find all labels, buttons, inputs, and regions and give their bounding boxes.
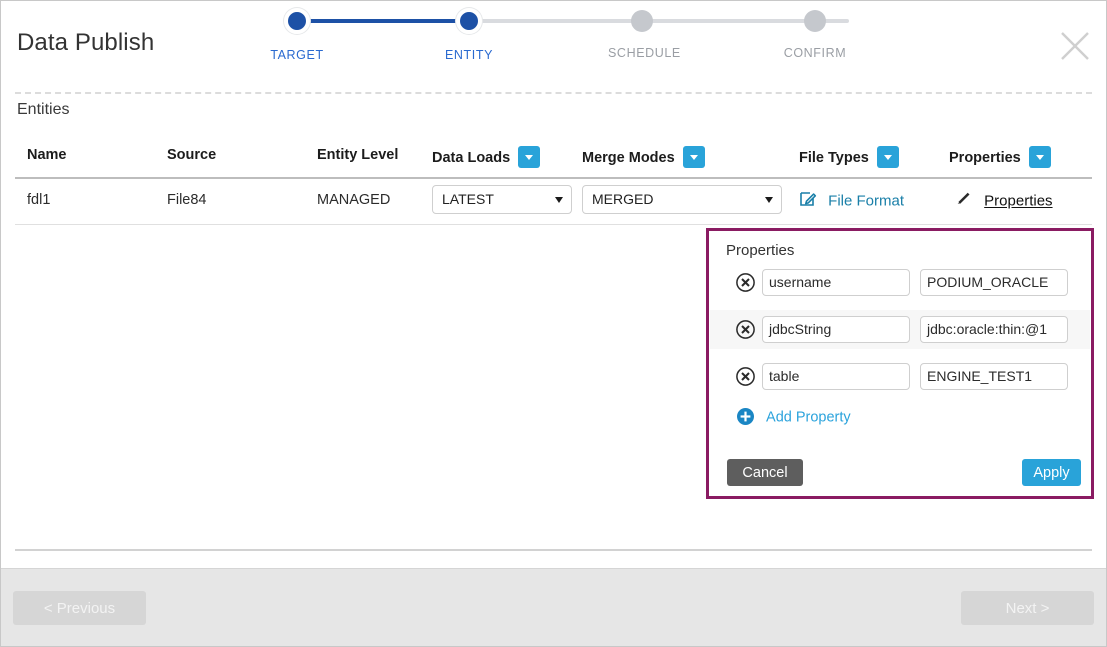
table-bottom-border	[15, 549, 1092, 551]
column-header-merge-modes-label: Merge Modes	[582, 149, 675, 166]
properties-link[interactable]: Properties	[955, 190, 1053, 212]
next-button[interactable]: Next >	[961, 591, 1094, 625]
merge-modes-select-value: MERGED	[592, 191, 654, 207]
apply-button[interactable]: Apply	[1022, 459, 1081, 486]
entities-section-title: Entities	[17, 101, 70, 118]
property-value-input[interactable]: ENGINE_TEST1	[920, 363, 1068, 390]
column-header-properties: Properties	[949, 146, 1051, 169]
column-header-name: Name	[27, 147, 67, 163]
file-format-edit-icon	[799, 190, 817, 212]
remove-property-icon[interactable]	[735, 366, 756, 387]
step-confirm-label: CONFIRM	[783, 46, 847, 60]
column-header-data-loads: Data Loads	[432, 146, 541, 169]
property-key-input[interactable]: jdbcString	[762, 316, 910, 343]
remove-property-icon[interactable]	[735, 319, 756, 340]
column-header-source: Source	[167, 147, 217, 163]
entities-table: Name Source Entity Level Data Loads Merg…	[15, 139, 1092, 225]
step-entity-label: ENTITY	[444, 48, 494, 62]
add-property-button[interactable]: Add Property	[737, 408, 851, 426]
step-target-dot	[284, 8, 310, 34]
data-loads-dropdown-button[interactable]	[518, 146, 541, 168]
remove-property-icon[interactable]	[735, 272, 756, 293]
plus-icon	[737, 408, 754, 425]
page-title: Data Publish	[17, 29, 155, 56]
step-entity[interactable]: ENTITY	[435, 7, 503, 62]
dialog-header: Data Publish TARGET ENTITY SCHEDULE CONF…	[1, 1, 1106, 94]
column-header-file-types-label: File Types	[799, 149, 869, 166]
cancel-button[interactable]: Cancel	[727, 459, 803, 486]
step-schedule-label: SCHEDULE	[608, 46, 681, 60]
table-header-row: Name Source Entity Level Data Loads Merg…	[15, 139, 1092, 179]
header-divider	[15, 92, 1092, 94]
merge-modes-dropdown-button[interactable]	[682, 146, 705, 168]
column-header-entity-level: Entity Level	[317, 147, 399, 163]
pencil-icon	[955, 190, 973, 212]
property-value-input[interactable]: jdbc:oracle:thin:@1	[920, 316, 1068, 343]
property-key-input[interactable]: table	[762, 363, 910, 390]
column-header-merge-modes: Merge Modes	[582, 146, 705, 169]
step-schedule[interactable]: SCHEDULE	[608, 7, 681, 60]
column-header-data-loads-label: Data Loads	[432, 149, 511, 166]
step-target-label: TARGET	[270, 48, 324, 62]
dialog-footer: < Previous Next >	[1, 568, 1106, 646]
properties-popup: Properties username PODIUM_ORACLE jdbcSt…	[706, 228, 1094, 499]
step-schedule-dot	[631, 10, 653, 32]
wizard-stepper: TARGET ENTITY SCHEDULE CONFIRM	[263, 7, 883, 77]
cell-source: File84	[167, 192, 207, 208]
property-row: username PODIUM_ORACLE	[710, 263, 1090, 302]
close-icon[interactable]	[1058, 29, 1092, 63]
data-loads-select[interactable]: LATEST	[432, 185, 572, 214]
step-confirm[interactable]: CONFIRM	[781, 7, 849, 60]
property-value-input[interactable]: PODIUM_ORACLE	[920, 269, 1068, 296]
step-confirm-dot	[804, 10, 826, 32]
file-types-dropdown-button[interactable]	[876, 146, 899, 168]
cell-name: fdl1	[27, 192, 51, 208]
add-property-label: Add Property	[766, 409, 851, 426]
column-header-properties-label: Properties	[949, 149, 1021, 166]
file-format-link[interactable]: File Format	[799, 190, 904, 212]
data-publish-dialog: Data Publish TARGET ENTITY SCHEDULE CONF…	[0, 0, 1107, 647]
cell-entity-level: MANAGED	[317, 192, 391, 208]
property-key-input[interactable]: username	[762, 269, 910, 296]
chevron-down-icon	[555, 197, 563, 203]
property-row: jdbcString jdbc:oracle:thin:@1	[710, 310, 1090, 349]
file-format-link-label: File Format	[828, 192, 905, 210]
step-target[interactable]: TARGET	[263, 7, 331, 62]
step-entity-dot	[456, 8, 482, 34]
merge-modes-select[interactable]: MERGED	[582, 185, 782, 214]
previous-button[interactable]: < Previous	[13, 591, 146, 625]
data-loads-select-value: LATEST	[442, 191, 494, 207]
column-header-file-types: File Types	[799, 146, 899, 169]
properties-link-label: Properties	[984, 192, 1053, 210]
properties-dropdown-button[interactable]	[1028, 146, 1051, 168]
properties-popup-title: Properties	[726, 242, 795, 259]
chevron-down-icon	[765, 197, 773, 203]
property-row: table ENGINE_TEST1	[710, 357, 1090, 396]
table-row: fdl1 File84 MANAGED LATEST MERGED File F…	[15, 179, 1092, 225]
